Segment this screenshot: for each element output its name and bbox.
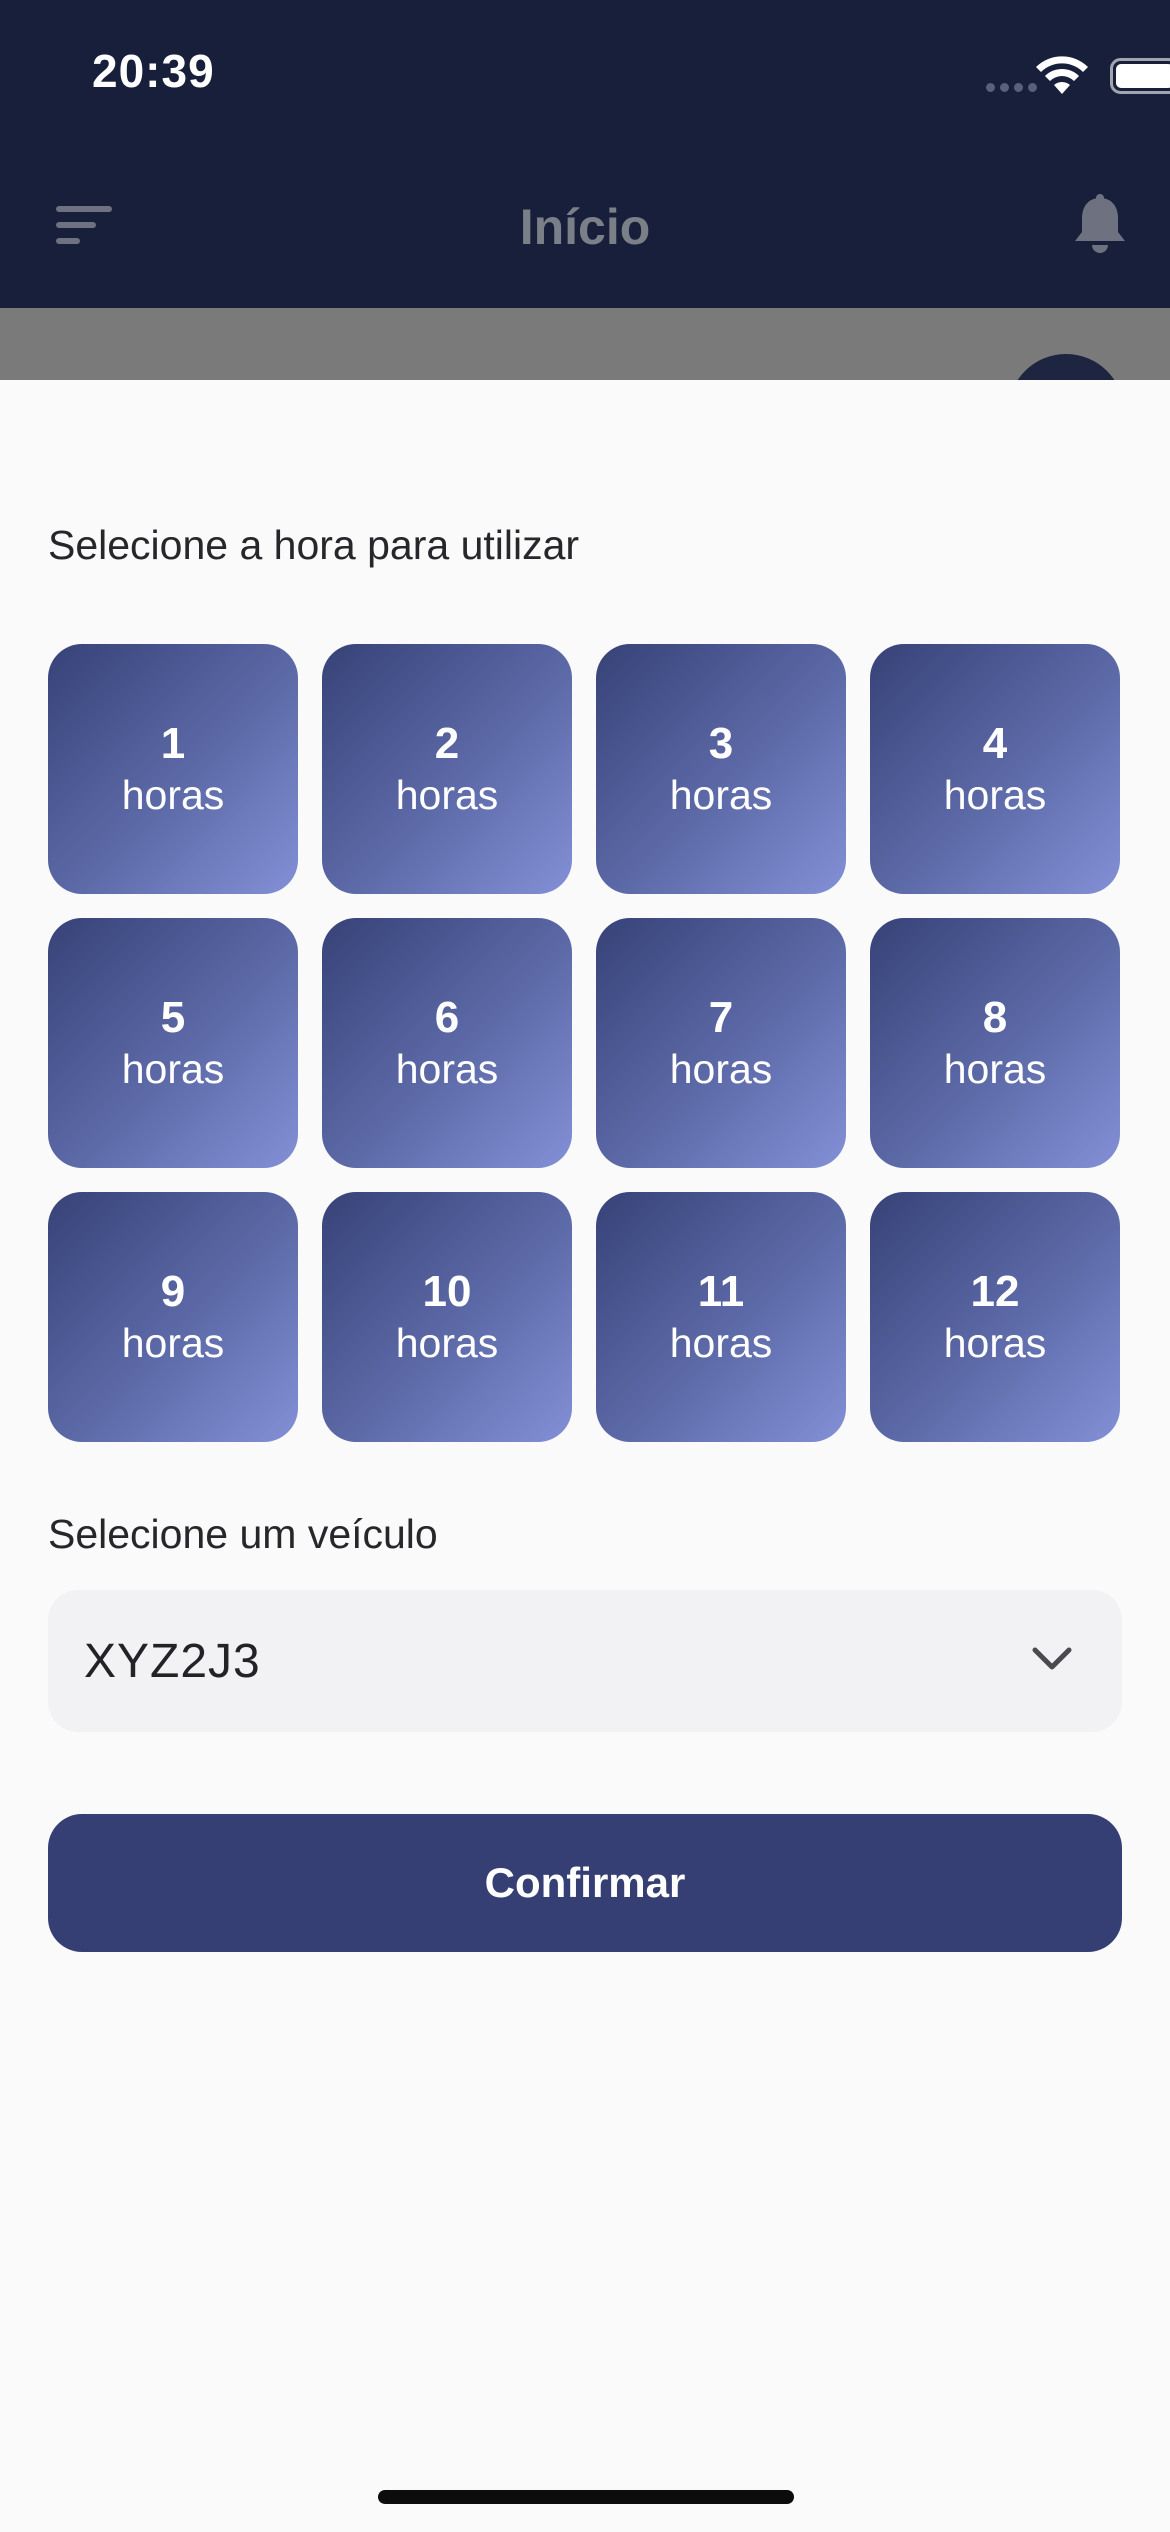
hour-value: 9 (160, 1267, 186, 1316)
hour-unit: horas (121, 1046, 225, 1092)
bell-icon[interactable] (1072, 194, 1128, 256)
hour-option-2[interactable]: 2 horas (322, 644, 572, 894)
hour-unit: horas (395, 1320, 499, 1366)
hour-unit: horas (669, 1046, 773, 1092)
page-title: Início (519, 199, 651, 255)
hours-section-label: Selecione a hora para utilizar (48, 522, 580, 568)
hour-option-10[interactable]: 10 horas (322, 1192, 572, 1442)
hour-unit: horas (943, 1046, 1047, 1092)
confirm-button[interactable]: Confirmar (48, 1814, 1122, 1952)
app-header: 20:39 Início (0, 0, 1170, 308)
hour-unit: horas (943, 1320, 1047, 1366)
dimmed-background (0, 308, 1170, 380)
hour-value: 10 (422, 1267, 472, 1316)
hour-unit: horas (669, 772, 773, 818)
hour-value: 3 (708, 719, 734, 768)
hour-unit: horas (121, 1320, 225, 1366)
hour-option-1[interactable]: 1 horas (48, 644, 298, 894)
hour-option-8[interactable]: 8 horas (870, 918, 1120, 1168)
hour-value: 5 (160, 993, 186, 1042)
hours-grid: 1 horas 2 horas 3 horas 4 horas 5 horas … (48, 644, 1122, 1442)
app-screen: 20:39 Início Selecione a hora para utili… (0, 0, 1170, 2532)
hour-unit: horas (121, 772, 225, 818)
hour-option-12[interactable]: 12 horas (870, 1192, 1120, 1442)
hour-option-9[interactable]: 9 horas (48, 1192, 298, 1442)
hour-option-11[interactable]: 11 horas (596, 1192, 846, 1442)
hour-unit: horas (669, 1320, 773, 1366)
hour-unit: horas (395, 772, 499, 818)
vehicle-selected-value: XYZ2J3 (84, 1635, 261, 1688)
battery-icon (1110, 58, 1170, 94)
hour-value: 8 (982, 993, 1008, 1042)
chevron-down-icon (1032, 1647, 1072, 1670)
hour-unit: horas (395, 1046, 499, 1092)
hour-value: 1 (160, 719, 186, 768)
hour-option-6[interactable]: 6 horas (322, 918, 572, 1168)
hour-value: 6 (434, 993, 460, 1042)
hour-value: 12 (970, 1267, 1020, 1316)
hour-unit: horas (943, 772, 1047, 818)
hour-option-5[interactable]: 5 horas (48, 918, 298, 1168)
hour-value: 7 (708, 993, 734, 1042)
hour-selection-sheet: Selecione a hora para utilizar 1 horas 2… (0, 380, 1170, 2532)
hour-option-7[interactable]: 7 horas (596, 918, 846, 1168)
vehicle-section-label: Selecione um veículo (48, 1511, 438, 1557)
home-indicator[interactable] (378, 2490, 794, 2504)
vehicle-dropdown[interactable]: XYZ2J3 (48, 1590, 1122, 1732)
hour-option-4[interactable]: 4 horas (870, 644, 1120, 894)
hour-option-3[interactable]: 3 horas (596, 644, 846, 894)
hour-value: 11 (697, 1267, 745, 1316)
wifi-icon (1036, 56, 1088, 94)
nav-bar: Início (0, 180, 1170, 270)
floating-action-button-shadow (1008, 354, 1124, 380)
hour-value: 2 (434, 719, 460, 768)
status-time: 20:39 (92, 45, 215, 97)
hour-value: 4 (982, 719, 1008, 768)
